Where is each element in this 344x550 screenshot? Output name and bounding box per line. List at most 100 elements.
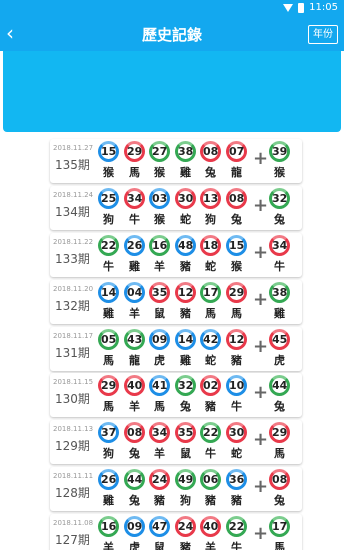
zodiac-label: 豬 — [205, 494, 216, 508]
number-ball: 14 — [175, 328, 196, 350]
zodiac-label: 兔 — [129, 494, 140, 508]
number-ball: 38 — [175, 141, 196, 162]
page-title: 歷史記錄 — [141, 26, 202, 44]
year-button[interactable]: 年份 — [308, 25, 338, 44]
zodiac-label: 豬 — [154, 494, 165, 508]
record-period: 131期 — [55, 345, 90, 360]
zodiac-label: 牛 — [231, 541, 242, 550]
number-ball: 48 — [175, 234, 196, 256]
special-number-ball: 08 — [269, 469, 290, 491]
record-date: 2018.11.08 — [53, 519, 94, 528]
plus-icon: + — [253, 382, 269, 404]
record-row[interactable]: 2018.11.11 128期 26 雞 44 兔 24 豬 49 狗 06 豬 36 豬 08 兔 + — [50, 467, 302, 512]
number-ball: 35 — [175, 422, 196, 444]
number-ball: 34 — [124, 187, 145, 209]
record-row[interactable]: 2018.11.13 129期 37 狗 08 兔 34 羊 35 鼠 22 牛 30 蛇 29 馬 + — [50, 420, 302, 465]
plus-icon: + — [253, 288, 269, 310]
number-ball: 15 — [226, 234, 247, 256]
zodiac-label: 兔 — [274, 212, 285, 226]
zodiac-label: 羊 — [129, 400, 140, 414]
record-row[interactable]: 2018.11.20 132期 14 雞 04 羊 35 鼠 12 豬 17 馬 29 馬 38 雞 + — [50, 279, 302, 324]
battery-icon — [298, 2, 305, 13]
number-ball: 18 — [200, 234, 221, 256]
number-ball: 29 — [226, 281, 247, 303]
record-date: 2018.11.15 — [53, 378, 94, 387]
number-ball: 26 — [98, 469, 119, 491]
zodiac-label: 豬 — [231, 494, 242, 508]
number-ball: 37 — [98, 422, 119, 444]
zodiac-label: 豬 — [231, 353, 242, 367]
zodiac-label: 牛 — [103, 259, 114, 273]
zodiac-label: 羊 — [154, 447, 165, 461]
number-ball: 08 — [124, 422, 145, 444]
record-row[interactable]: 2018.11.08 127期 16 羊 09 虎 47 鼠 24 豬 40 羊 22 牛 17 馬 + — [50, 514, 302, 550]
number-ball: 35 — [149, 281, 170, 303]
number-ball: 44 — [124, 469, 145, 491]
zodiac-label: 馬 — [103, 400, 114, 414]
number-ball: 12 — [175, 281, 196, 303]
zodiac-label: 兔 — [180, 400, 191, 414]
zodiac-label: 蛇 — [231, 447, 242, 461]
record-date: 2018.11.27 — [53, 144, 94, 152]
number-ball: 13 — [200, 187, 221, 209]
number-ball: 22 — [200, 422, 221, 444]
record-period: 135期 — [55, 158, 90, 172]
record-row[interactable]: 2018.11.22 133期 22 牛 26 雞 16 羊 48 豬 18 蛇 15 猴 34 牛 + — [50, 232, 302, 277]
special-number-ball: 34 — [269, 234, 290, 256]
plus-icon: + — [253, 148, 269, 169]
record-date: 2018.11.13 — [53, 425, 94, 434]
number-ball: 17 — [200, 281, 221, 303]
number-ball: 07 — [226, 141, 247, 162]
record-date: 2018.11.20 — [53, 284, 94, 293]
record-period: 127期 — [55, 533, 90, 548]
number-ball: 27 — [149, 141, 170, 162]
special-number-ball: 38 — [269, 281, 290, 303]
special-number-ball: 32 — [269, 187, 290, 209]
plus-icon: + — [253, 523, 269, 545]
record-row[interactable]: 2018.11.15 130期 29 馬 40 羊 41 馬 32 兔 02 豬 10 牛 44 兔 + — [50, 373, 302, 418]
number-ball: 08 — [226, 187, 247, 209]
zodiac-label: 狗 — [205, 212, 216, 226]
zodiac-label: 馬 — [103, 353, 114, 367]
number-ball: 26 — [124, 234, 145, 256]
record-list: 2018.11.27 135期 15 猴 29 馬 27 猴 38 雞 08 兔 07 龍 39 猴 +2018… — [50, 139, 302, 550]
zodiac-label: 龍 — [231, 166, 242, 179]
zodiac-label: 牛 — [274, 259, 285, 273]
number-ball: 30 — [175, 187, 196, 209]
plus-icon: + — [253, 241, 269, 263]
zodiac-label: 雞 — [129, 259, 140, 273]
number-ball: 03 — [149, 187, 170, 209]
number-ball: 08 — [200, 141, 221, 162]
zodiac-label: 豬 — [180, 541, 191, 550]
number-ball: 25 — [98, 187, 119, 209]
zodiac-label: 蛇 — [205, 259, 216, 273]
zodiac-label: 兔 — [274, 494, 285, 508]
plus-icon: + — [253, 335, 269, 357]
number-ball: 29 — [98, 375, 119, 397]
number-ball: 16 — [98, 516, 119, 538]
number-ball: 16 — [149, 234, 170, 256]
plus-icon: + — [253, 429, 269, 451]
zodiac-label: 馬 — [274, 541, 285, 550]
zodiac-label: 龍 — [129, 353, 140, 367]
record-row[interactable]: 2018.11.24 134期 25 狗 34 牛 03 猴 30 蛇 13 狗 08 兔 32 兔 + — [50, 185, 302, 230]
number-ball: 06 — [200, 469, 221, 491]
zodiac-label: 馬 — [129, 166, 140, 179]
record-period: 132期 — [55, 298, 90, 313]
zodiac-label: 雞 — [103, 306, 114, 320]
zodiac-label: 猴 — [231, 259, 242, 273]
record-row[interactable]: 2018.11.27 135期 15 猴 29 馬 27 猴 38 雞 08 兔 07 龍 39 猴 + — [50, 139, 302, 183]
number-ball: 36 — [226, 469, 247, 491]
record-row[interactable]: 2018.11.17 131期 05 馬 43 龍 09 虎 14 雞 42 蛇 12 豬 45 虎 + — [50, 326, 302, 371]
number-ball: 24 — [149, 469, 170, 491]
zodiac-label: 羊 — [205, 541, 216, 550]
zodiac-label: 兔 — [129, 447, 140, 461]
special-number-ball: 29 — [269, 422, 290, 444]
zodiac-label: 豬 — [180, 259, 191, 273]
zodiac-label: 豬 — [205, 400, 216, 414]
zodiac-label: 羊 — [154, 259, 165, 273]
zodiac-label: 兔 — [205, 166, 216, 179]
zodiac-label: 羊 — [103, 541, 114, 550]
zodiac-label: 兔 — [231, 212, 242, 226]
number-ball: 47 — [149, 516, 170, 538]
